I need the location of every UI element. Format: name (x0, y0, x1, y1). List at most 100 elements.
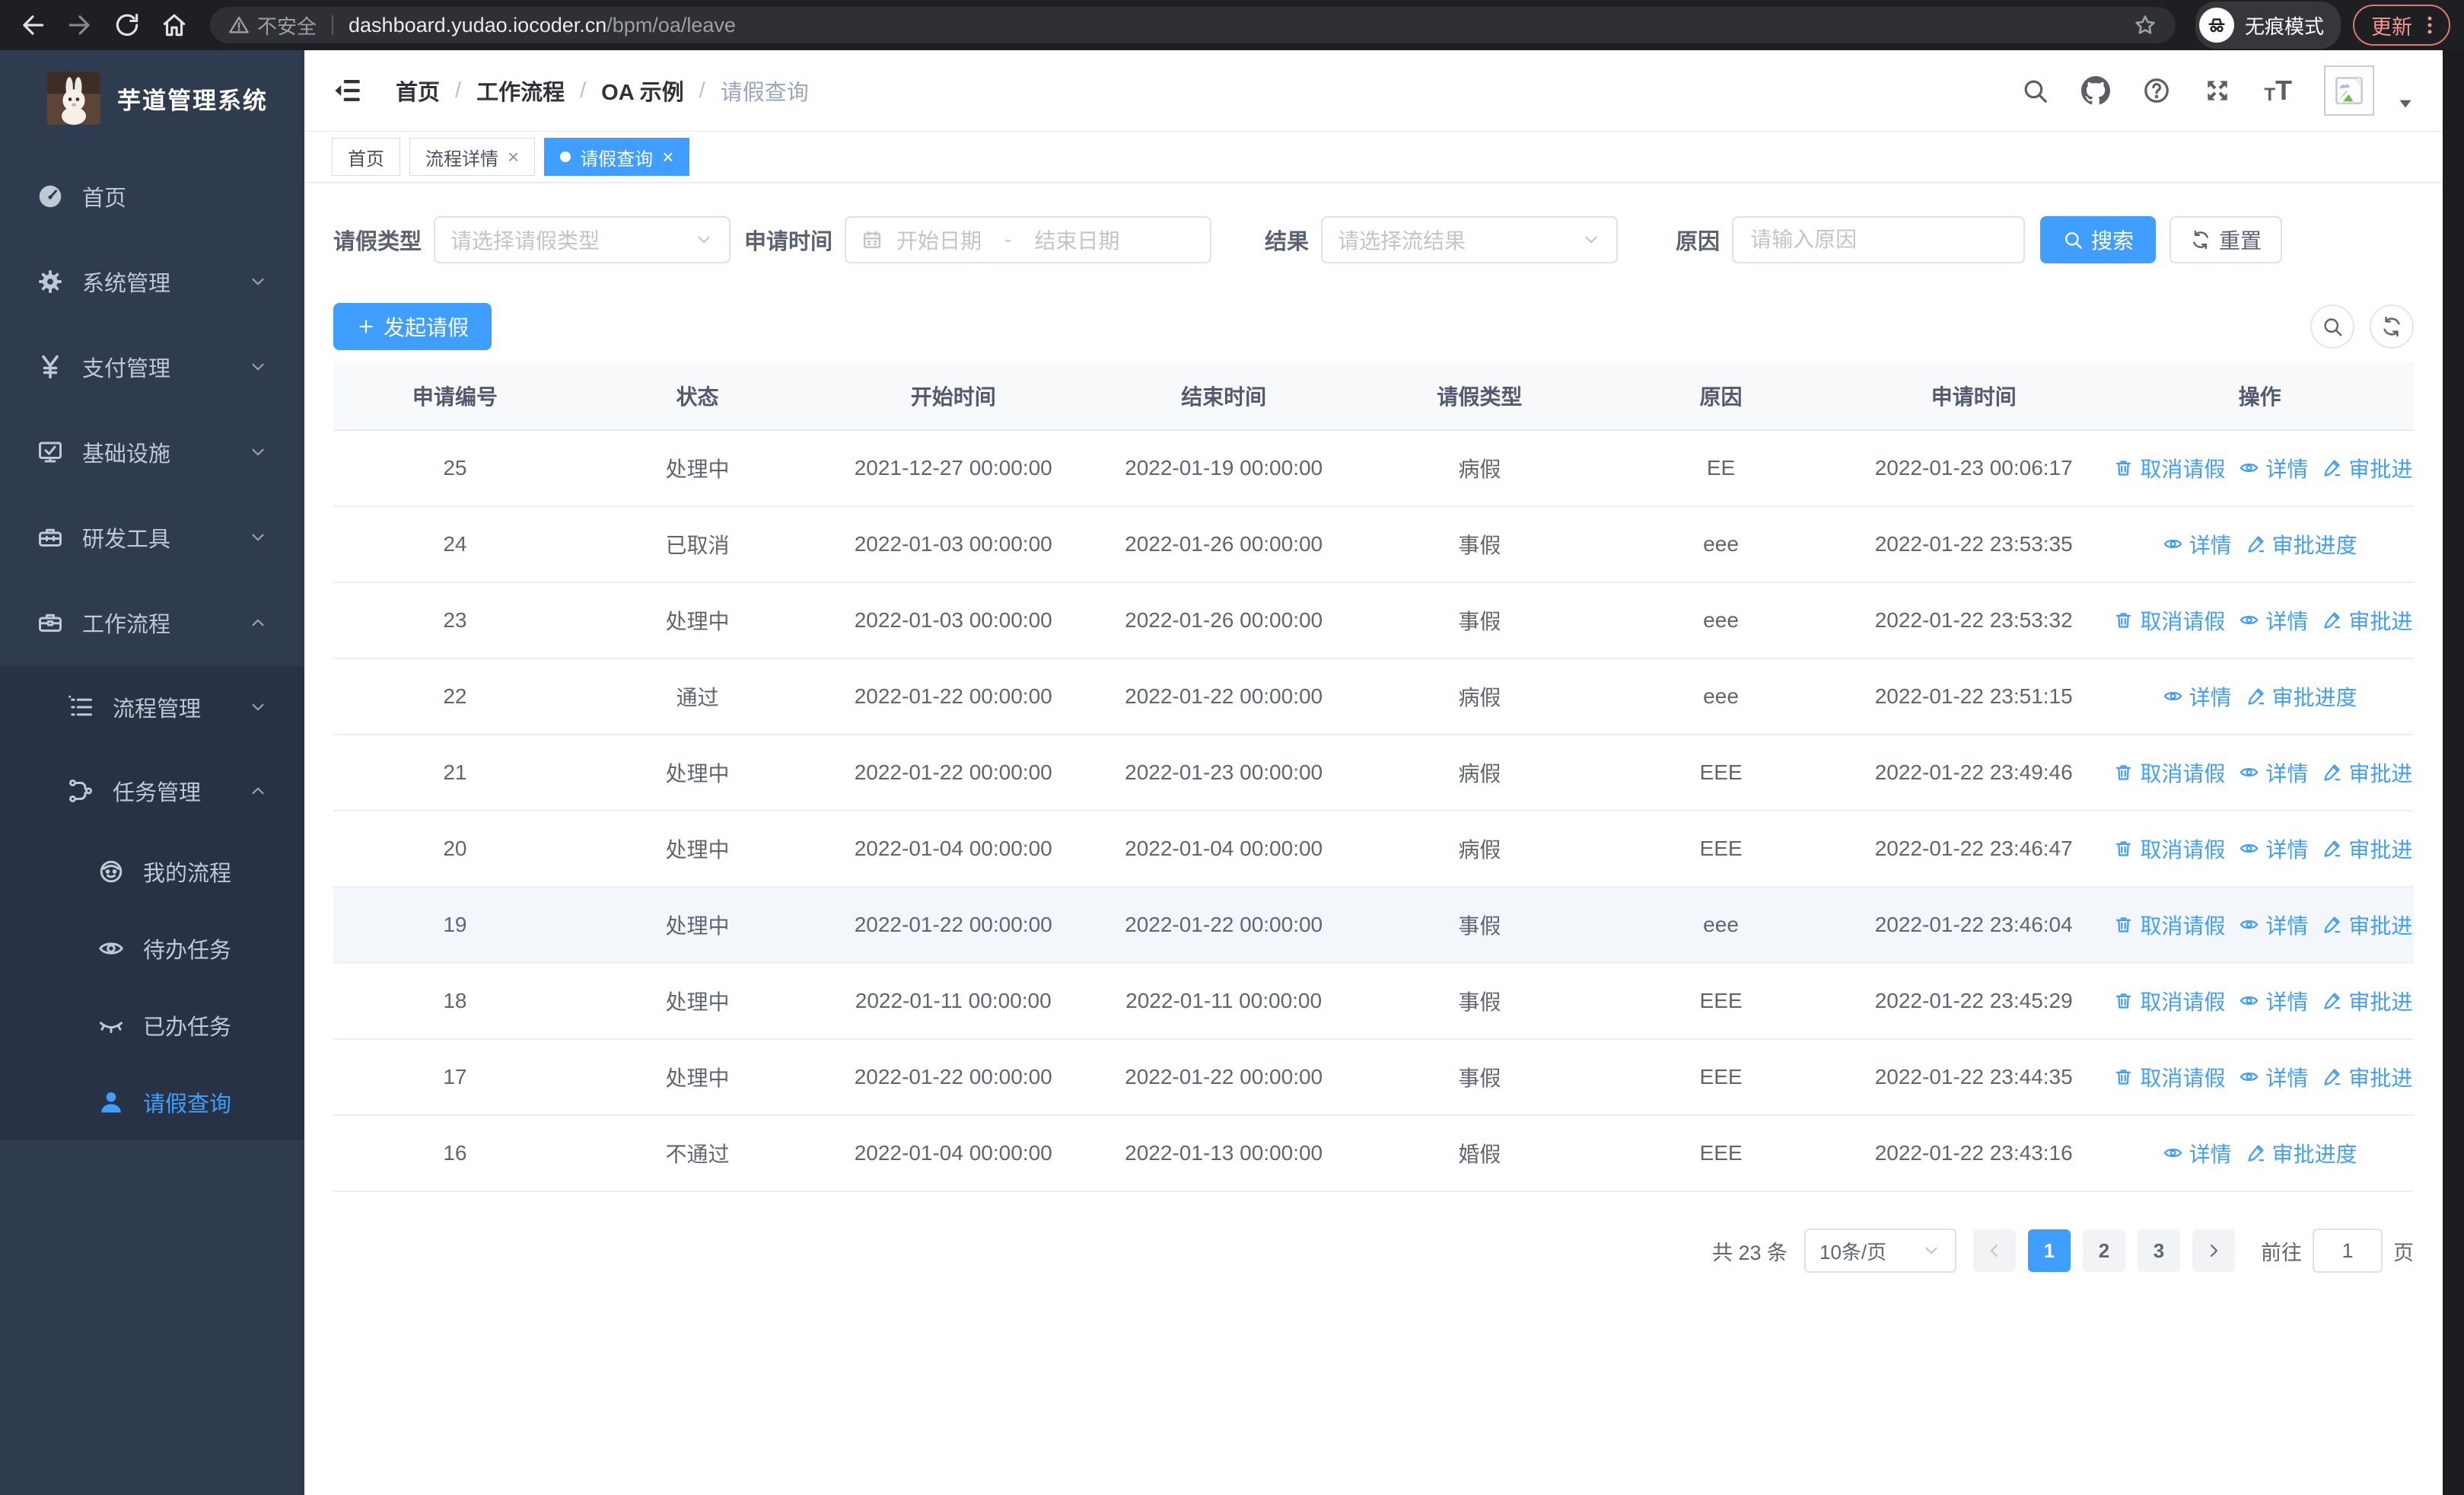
cell-reason: EEE (1600, 963, 1842, 1040)
progress-link[interactable]: 审批进度 (2246, 681, 2357, 712)
tab-process-detail[interactable]: 流程详情 × (409, 138, 536, 176)
detail-link[interactable]: 详情 (2163, 529, 2232, 559)
progress-link[interactable]: 审批进度 (2322, 605, 2414, 636)
flow-icon (67, 777, 94, 805)
sidebar-item-done-tasks[interactable]: 已办任务 (0, 987, 304, 1063)
result-select[interactable]: 请选择流结果 (1321, 216, 1619, 263)
progress-link[interactable]: 审批进度 (2322, 910, 2414, 940)
cancel-leave-link[interactable]: 取消请假 (2113, 986, 2225, 1016)
page-button[interactable]: 2 (2083, 1229, 2125, 1272)
leave-type-select[interactable]: 请选择请假类型 (434, 216, 731, 263)
detail-link[interactable]: 详情 (2239, 986, 2308, 1016)
cancel-leave-link[interactable]: 取消请假 (2113, 1062, 2225, 1092)
progress-link[interactable]: 审批进度 (2322, 1062, 2414, 1092)
table-row: 22 通过 2022-01-22 00:00:00 2022-01-22 00:00:… (333, 658, 2414, 735)
goto-page-input[interactable] (2314, 1238, 2381, 1264)
detail-link[interactable]: 详情 (2239, 1062, 2308, 1092)
breadcrumb-item[interactable]: OA 示例 (601, 75, 683, 107)
cancel-leave-link[interactable]: 取消请假 (2113, 834, 2225, 864)
detail-link[interactable]: 详情 (2239, 605, 2308, 636)
page-size-select[interactable]: 10条/页 (1804, 1229, 1956, 1273)
eye-s-icon (2239, 838, 2259, 859)
detail-link[interactable]: 详情 (2239, 834, 2308, 864)
sidebar-item-label: 我的流程 (143, 861, 232, 886)
cell-reason: eee (1600, 506, 1842, 583)
browser-scrollbar[interactable] (2443, 50, 2464, 1495)
prev-page-button[interactable] (1973, 1229, 2016, 1272)
action-label: 详情 (2265, 457, 2309, 481)
sidebar-item-my-process[interactable]: 我的流程 (0, 833, 304, 910)
avatar[interactable] (2324, 65, 2374, 116)
help-icon[interactable] (2142, 76, 2171, 105)
close-icon[interactable]: × (508, 147, 519, 167)
home-icon[interactable] (160, 11, 189, 40)
cell-actions: 详情 审批进度 (2106, 506, 2414, 583)
progress-link[interactable]: 审批进度 (2322, 834, 2414, 864)
search-icon[interactable] (2020, 76, 2049, 105)
sidebar-item-process-mgmt[interactable]: 流程管理 (0, 665, 304, 749)
sidebar-item-leave-query[interactable]: 请假查询 (0, 1063, 304, 1140)
action-label: 审批进度 (2271, 533, 2357, 557)
tab-home[interactable]: 首页 (332, 138, 400, 176)
avatar-caret-down-icon[interactable] (2396, 94, 2415, 113)
progress-link[interactable]: 审批进度 (2246, 1138, 2357, 1168)
sidebar-fold-icon[interactable] (332, 75, 364, 107)
cancel-leave-link[interactable]: 取消请假 (2113, 757, 2225, 788)
search-button[interactable]: 搜索 (2040, 216, 2157, 263)
fullscreen-icon[interactable] (2203, 76, 2232, 105)
forward-icon[interactable] (65, 11, 94, 40)
page-button[interactable]: 3 (2138, 1229, 2180, 1272)
cancel-leave-link[interactable]: 取消请假 (2113, 453, 2225, 483)
reset-button[interactable]: 重置 (2170, 216, 2283, 263)
progress-link[interactable]: 审批进度 (2322, 757, 2414, 788)
create-leave-button[interactable]: 发起请假 (333, 303, 492, 350)
browser-menu-dots-icon[interactable] (2418, 14, 2441, 37)
github-icon[interactable] (2081, 76, 2111, 105)
address-bar[interactable]: 不安全 dashboard.yudao.iocoder.cn /bpm/oa/l… (210, 7, 2176, 43)
cancel-leave-link[interactable]: 取消请假 (2113, 910, 2225, 940)
cell-reason: eee (1600, 582, 1842, 659)
column-header: 操作 (2106, 362, 2414, 431)
user-icon (97, 1089, 125, 1116)
detail-link[interactable]: 详情 (2163, 681, 2232, 712)
cell-end: 2022-01-26 00:00:00 (1088, 582, 1359, 659)
progress-link[interactable]: 审批进度 (2246, 529, 2357, 559)
cell-status: 处理中 (576, 430, 819, 507)
sidebar-item-devtools[interactable]: 研发工具 (0, 495, 304, 580)
app-logo-row[interactable]: 芋道管理系统 (0, 50, 304, 132)
sidebar-item-home[interactable]: 首页 (0, 154, 304, 239)
sidebar-item-payment[interactable]: 支付管理 (0, 324, 304, 410)
reload-icon[interactable] (113, 11, 142, 40)
sidebar-item-infra[interactable]: 基础设施 (0, 410, 304, 495)
apply-time-range-picker[interactable]: 开始日期 - 结束日期 (845, 216, 1212, 263)
detail-link[interactable]: 详情 (2239, 757, 2308, 788)
next-page-button[interactable] (2192, 1229, 2235, 1272)
page-button[interactable]: 1 (2028, 1229, 2071, 1272)
logo-image (47, 72, 100, 125)
close-icon[interactable]: × (662, 147, 673, 167)
refresh-table-button[interactable] (2370, 304, 2414, 349)
reason-input[interactable] (1749, 227, 2009, 253)
back-icon[interactable] (18, 11, 47, 40)
detail-link[interactable]: 详情 (2239, 453, 2308, 483)
progress-link[interactable]: 审批进度 (2322, 986, 2414, 1016)
bookmark-star-icon[interactable] (2133, 13, 2157, 37)
cancel-leave-link[interactable]: 取消请假 (2113, 605, 2225, 636)
detail-link[interactable]: 详情 (2239, 910, 2308, 940)
detail-link[interactable]: 详情 (2163, 1138, 2232, 1168)
cell-start: 2022-01-22 00:00:00 (818, 658, 1089, 735)
breadcrumb-item[interactable]: 首页 (396, 75, 440, 107)
sidebar-item-system[interactable]: 系统管理 (0, 239, 304, 324)
column-header: 开始时间 (818, 362, 1089, 431)
browser-update-button[interactable]: 更新 (2353, 5, 2450, 46)
cell-end: 2022-01-22 00:00:00 (1088, 658, 1359, 735)
breadcrumb-item[interactable]: 工作流程 (476, 75, 565, 107)
toggle-search-button[interactable] (2310, 304, 2354, 349)
progress-link[interactable]: 审批进度 (2322, 453, 2414, 483)
sidebar-item-task-mgmt[interactable]: 任务管理 (0, 749, 304, 833)
sidebar-item-workflow[interactable]: 工作流程 (0, 580, 304, 665)
cell-id: 18 (333, 963, 577, 1040)
sidebar-item-todo-tasks[interactable]: 待办任务 (0, 910, 304, 987)
tab-leave-query[interactable]: 请假查询 × (544, 138, 690, 176)
font-size-icon[interactable]: TT (2264, 77, 2292, 104)
